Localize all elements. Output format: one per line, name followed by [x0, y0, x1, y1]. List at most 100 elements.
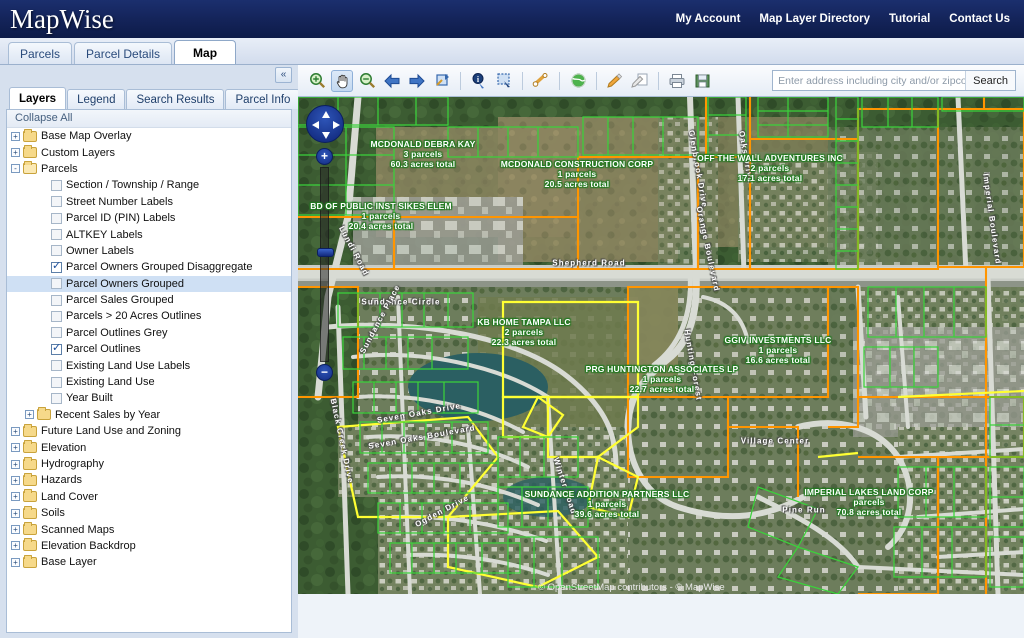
save-image-icon[interactable]	[691, 70, 713, 92]
nav-contact-us[interactable]: Contact Us	[949, 13, 1010, 25]
layer-checkbox[interactable]	[51, 360, 62, 371]
panel-tab-legend[interactable]: Legend	[67, 89, 125, 109]
nav-tutorial[interactable]: Tutorial	[889, 13, 930, 25]
map-canvas[interactable]: + − Shepherd RoadSundance CircleSundance…	[298, 97, 1024, 594]
layer-node[interactable]: Parcel Owners Grouped	[7, 276, 291, 292]
zoom-slider-handle[interactable]	[317, 248, 334, 257]
top-navigation: My Account Map Layer Directory Tutorial …	[676, 13, 1024, 25]
expand-icon[interactable]: +	[11, 509, 20, 518]
nav-map-layer-directory[interactable]: Map Layer Directory	[759, 13, 870, 25]
layer-checkbox[interactable]	[51, 262, 62, 273]
expand-icon[interactable]: +	[11, 558, 20, 567]
panel-tab-layers[interactable]: Layers	[9, 87, 66, 109]
layer-checkbox[interactable]	[51, 213, 62, 224]
draw-markup-icon[interactable]	[604, 70, 626, 92]
layer-node[interactable]: Existing Land Use Labels	[7, 357, 291, 373]
layer-checkbox[interactable]	[51, 278, 62, 289]
panel-tab-parcel-info[interactable]: Parcel Info	[225, 89, 300, 109]
globe-icon[interactable]	[567, 70, 589, 92]
layer-node[interactable]: +Scanned Maps	[7, 521, 291, 537]
pan-hand-icon[interactable]	[331, 70, 353, 92]
expand-icon[interactable]: +	[11, 541, 20, 550]
forward-arrow-icon[interactable]	[406, 70, 428, 92]
map-zoom-out-button[interactable]: −	[316, 364, 333, 381]
layer-node[interactable]: ALTKEY Labels	[7, 226, 291, 242]
expand-icon[interactable]: +	[11, 525, 20, 534]
tab-map[interactable]: Map	[174, 40, 236, 64]
layer-node[interactable]: Year Built	[7, 390, 291, 406]
expand-icon[interactable]: +	[11, 427, 20, 436]
layer-node[interactable]: Parcel Outlines Grey	[7, 325, 291, 341]
layer-tree: Collapse All +Base Map Overlay+Custom La…	[6, 109, 292, 633]
search-button[interactable]: Search	[965, 71, 1015, 90]
layer-node[interactable]: Existing Land Use	[7, 374, 291, 390]
measure-icon[interactable]	[530, 70, 552, 92]
layer-node[interactable]: Parcel Sales Grouped	[7, 292, 291, 308]
layer-checkbox[interactable]	[51, 327, 62, 338]
collapse-icon[interactable]: -	[11, 164, 20, 173]
layer-node[interactable]: +Future Land Use and Zoning	[7, 423, 291, 439]
layer-checkbox[interactable]	[51, 393, 62, 404]
map-imagery	[298, 97, 1024, 594]
layer-checkbox[interactable]	[51, 245, 62, 256]
layer-node[interactable]: +Custom Layers	[7, 144, 291, 160]
layer-checkbox[interactable]	[51, 311, 62, 322]
layer-node[interactable]: +Elevation	[7, 439, 291, 455]
layer-checkbox[interactable]	[51, 196, 62, 207]
layer-checkbox[interactable]	[51, 344, 62, 355]
zoom-out-icon[interactable]	[356, 70, 378, 92]
zoom-to-extent-icon[interactable]	[431, 70, 453, 92]
layer-node[interactable]: Parcels > 20 Acres Outlines	[7, 308, 291, 324]
layer-checkbox[interactable]	[51, 229, 62, 240]
pan-right-arrow	[333, 121, 340, 129]
expand-icon[interactable]: +	[11, 148, 20, 157]
layer-node[interactable]: Section / Township / Range	[7, 177, 291, 193]
layer-node-label: ALTKEY Labels	[66, 229, 143, 241]
layer-node[interactable]: -Parcels	[7, 161, 291, 177]
expand-icon[interactable]: +	[11, 492, 20, 501]
layer-checkbox[interactable]	[51, 377, 62, 388]
search-input[interactable]	[773, 71, 965, 90]
panel-tab-search-results[interactable]: Search Results	[126, 89, 224, 109]
layer-checkbox[interactable]	[51, 295, 62, 306]
tab-parcels[interactable]: Parcels	[8, 42, 72, 64]
expand-icon[interactable]: +	[11, 443, 20, 452]
layer-node[interactable]: +Elevation Backdrop	[7, 538, 291, 554]
back-arrow-icon[interactable]	[381, 70, 403, 92]
print-icon[interactable]	[666, 70, 688, 92]
layer-node[interactable]: +Hydrography	[7, 456, 291, 472]
zoom-slider-track[interactable]	[320, 167, 329, 362]
map-navigation-control[interactable]: + −	[306, 105, 344, 381]
pan-control[interactable]	[306, 105, 344, 143]
expand-icon[interactable]: +	[11, 476, 20, 485]
layer-node[interactable]: +Recent Sales by Year	[7, 407, 291, 423]
select-area-icon[interactable]	[493, 70, 515, 92]
nav-my-account[interactable]: My Account	[676, 13, 741, 25]
layer-node[interactable]: +Base Map Overlay	[7, 128, 291, 144]
folder-icon	[23, 442, 37, 453]
zoom-in-icon[interactable]	[306, 70, 328, 92]
collapse-panel-button[interactable]: «	[275, 67, 292, 83]
layer-node[interactable]: Parcel ID (PIN) Labels	[7, 210, 291, 226]
layer-node[interactable]: +Hazards	[7, 472, 291, 488]
expand-icon[interactable]: +	[25, 410, 34, 419]
folder-icon	[23, 163, 37, 174]
layer-node[interactable]: +Base Layer	[7, 554, 291, 570]
edit-markup-icon[interactable]	[629, 70, 651, 92]
layer-node[interactable]: Street Number Labels	[7, 194, 291, 210]
layer-node[interactable]: Owner Labels	[7, 243, 291, 259]
map-attribution[interactable]: © OpenStreetMap contributors - © MapWise	[538, 582, 725, 593]
layer-node-label: Parcel Owners Grouped	[66, 278, 184, 290]
expand-icon[interactable]: +	[11, 132, 20, 141]
layer-node[interactable]: Parcel Outlines	[7, 341, 291, 357]
layer-node[interactable]: +Land Cover	[7, 489, 291, 505]
layer-node[interactable]: Parcel Owners Grouped Disaggregate	[7, 259, 291, 275]
layer-node[interactable]: +Soils	[7, 505, 291, 521]
layer-checkbox[interactable]	[51, 180, 62, 191]
expand-icon[interactable]: +	[11, 460, 20, 469]
folder-icon	[23, 131, 37, 142]
collapse-all-button[interactable]: Collapse All	[7, 110, 291, 128]
identify-icon[interactable]: i	[468, 70, 490, 92]
tab-parcel-details[interactable]: Parcel Details	[74, 42, 172, 64]
map-zoom-in-button[interactable]: +	[316, 148, 333, 165]
